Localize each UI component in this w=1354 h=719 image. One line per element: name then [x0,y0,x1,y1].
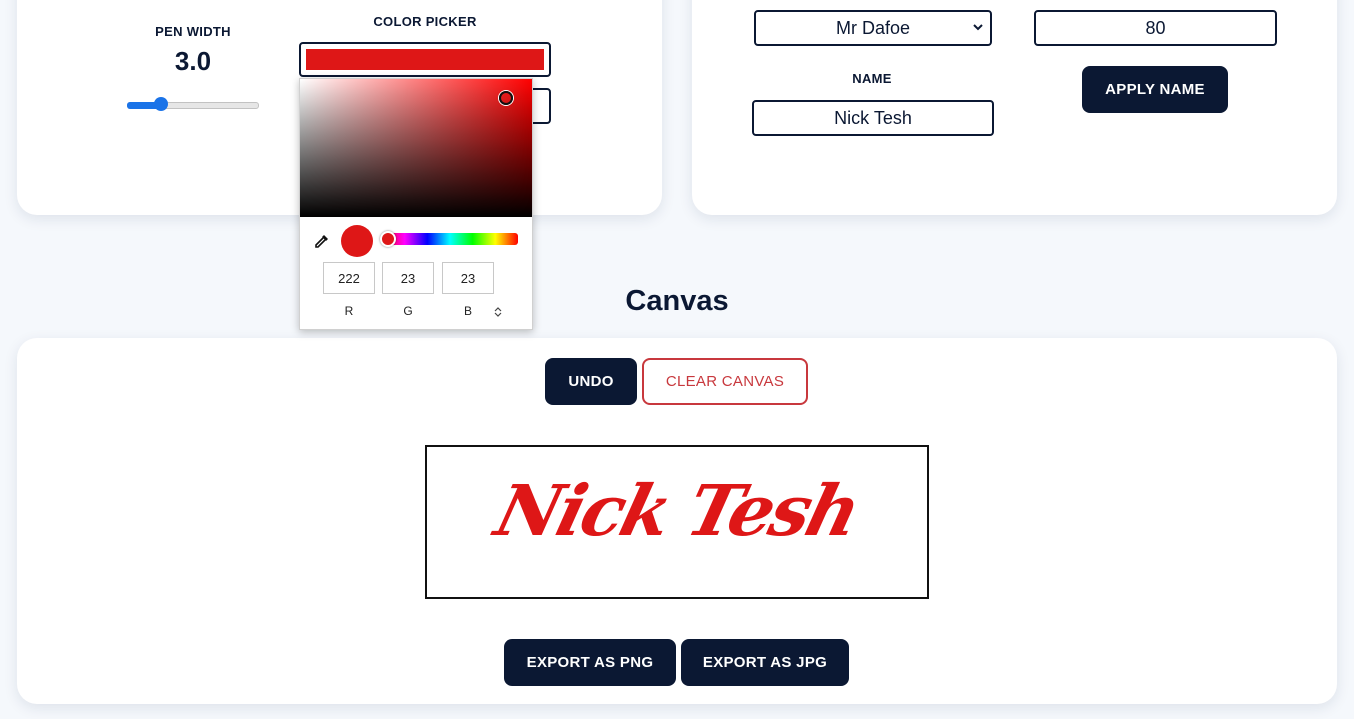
pen-width-value: 3.0 [174,46,212,76]
font-size-value: 80 [1145,17,1166,38]
font-select-value: Mr Dafoe [835,17,911,38]
hue-handle[interactable] [380,231,396,247]
blue-channel-input[interactable]: 23 [442,262,494,294]
blue-channel-label: B [463,304,472,318]
color-swatch-button[interactable] [299,42,551,77]
current-color-preview [341,225,373,257]
red-channel-label: R [344,304,354,318]
export-png-button[interactable]: EXPORT AS PNG [504,639,676,686]
color-picker-label: COLOR PICKER [373,14,477,29]
signature-canvas[interactable]: Nick Tesh [425,445,929,599]
signature-text: Nick Tesh [487,469,867,552]
canvas-card: UNDO CLEAR CANVAS Nick Tesh EXPORT AS PN… [17,338,1337,704]
chevron-down-icon [972,20,984,37]
clear-canvas-button[interactable]: CLEAR CANVAS [642,358,808,405]
pen-width-label: PEN WIDTH [155,24,231,39]
font-select[interactable]: Mr Dafoe [754,10,992,46]
name-input-value: Nick Tesh [834,107,912,128]
green-channel-value: 23 [400,270,416,286]
export-jpg-button[interactable]: EXPORT AS JPG [681,639,849,686]
canvas-heading: Canvas [625,285,729,317]
green-channel-label: G [403,304,413,318]
undo-button[interactable]: UNDO [545,358,637,405]
color-swatch-fill [306,49,544,70]
hue-slider[interactable] [380,231,518,247]
eyedropper-icon[interactable] [313,232,331,250]
name-settings-card: Mr Dafoe 80 NAME Nick Tesh APPLY NAME [692,0,1337,215]
red-channel-input[interactable]: 222 [323,262,375,294]
saturation-handle[interactable] [499,91,513,105]
font-size-input[interactable]: 80 [1034,10,1277,46]
blue-channel-value: 23 [460,270,476,286]
pen-width-slider[interactable] [127,96,259,112]
apply-name-button[interactable]: APPLY NAME [1082,66,1228,113]
red-channel-value: 222 [338,270,360,286]
slider-thumb[interactable] [154,97,168,111]
color-picker-popup: 222 23 23 R G B [299,78,533,330]
name-input[interactable]: Nick Tesh [752,100,994,136]
saturation-value-area[interactable] [300,79,532,217]
green-channel-input[interactable]: 23 [382,262,434,294]
format-toggle-icon[interactable] [493,305,503,317]
name-label: NAME [852,71,892,86]
